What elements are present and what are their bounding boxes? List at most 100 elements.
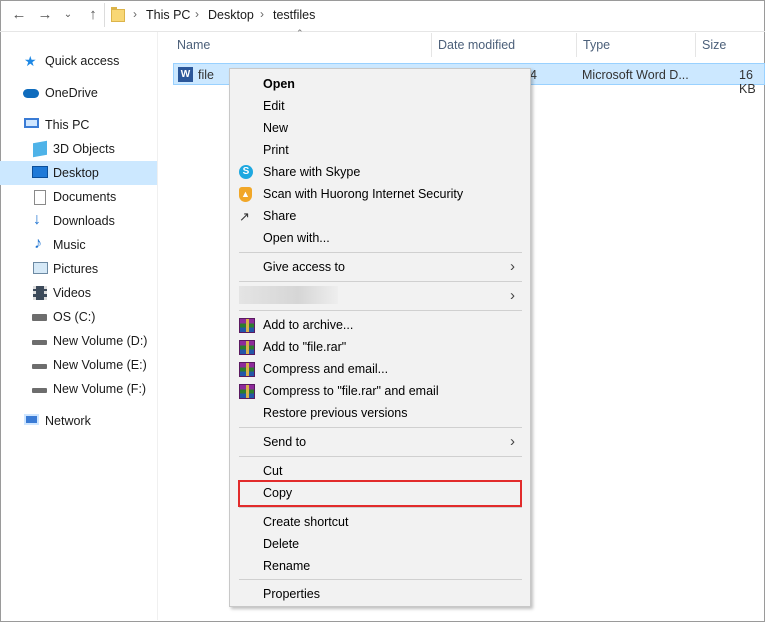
menu-item-share[interactable]: ↗ Share (230, 205, 530, 227)
nav-item-videos[interactable]: Videos (0, 281, 157, 305)
menu-item-create-shortcut[interactable]: Create shortcut (230, 511, 530, 533)
blurred-menu-label (239, 286, 338, 304)
file-size: 16 KB (739, 68, 756, 96)
menu-separator (239, 310, 522, 311)
submenu-chevron-icon: › (510, 287, 515, 304)
menu-item-give-access-to[interactable]: Give access to › (230, 256, 530, 278)
nav-item-network[interactable]: Network (0, 409, 157, 433)
address-bar[interactable]: › This PC › Desktop › testfiles (104, 3, 762, 27)
nav-item-quick-access[interactable]: ★ Quick access (0, 49, 157, 73)
nav-label: Documents (53, 190, 117, 204)
breadcrumb-desktop[interactable]: Desktop (208, 8, 254, 22)
nav-label: This PC (45, 118, 90, 132)
download-arrow-icon: ↓ (33, 211, 41, 228)
drive-icon (32, 314, 47, 321)
menu-item-label: Open (263, 77, 295, 91)
nav-label: New Volume (D:) (53, 334, 148, 348)
word-document-icon: W (178, 67, 193, 82)
forward-arrow-icon[interactable]: → (36, 6, 54, 24)
back-arrow-icon[interactable]: ← (10, 6, 28, 24)
pane-divider[interactable] (157, 32, 158, 620)
menu-item-properties[interactable]: Properties (230, 583, 530, 605)
menu-item-open-with[interactable]: Open with... (230, 227, 530, 249)
menu-item-label: Open with... (263, 231, 330, 245)
menu-item-label: Add to archive... (263, 318, 354, 332)
menu-item-print[interactable]: Print (230, 139, 530, 161)
breadcrumb-testfiles[interactable]: testfiles (273, 8, 315, 22)
column-divider[interactable] (431, 33, 432, 57)
cube-icon (33, 140, 47, 158)
menu-item-label: New (263, 121, 289, 135)
menu-item-label: Share with Skype (263, 165, 361, 179)
menu-item-open[interactable]: Open (230, 73, 530, 95)
menu-item-new[interactable]: New (230, 117, 530, 139)
documents-icon (34, 190, 46, 205)
menu-item-label: Compress and email... (263, 362, 389, 376)
breadcrumb-this-pc[interactable]: This PC (146, 8, 190, 22)
nav-item-volume-e[interactable]: New Volume (E:) (0, 353, 157, 377)
menu-item-rename[interactable]: Rename (230, 555, 530, 577)
nav-label: Quick access (45, 54, 120, 68)
column-header-type[interactable]: Type (583, 32, 610, 58)
menu-separator (239, 252, 522, 253)
nav-label: Desktop (53, 166, 99, 180)
nav-item-3d-objects[interactable]: 3D Objects (0, 137, 157, 161)
menu-item-label: Add to "file.rar" (263, 340, 347, 354)
column-header-date[interactable]: Date modified (438, 32, 515, 58)
nav-label: New Volume (F:) (53, 382, 147, 396)
film-icon (33, 286, 47, 300)
skype-icon: S (239, 165, 253, 179)
nav-item-pictures[interactable]: Pictures (0, 257, 157, 281)
menu-item-label: Rename (263, 559, 311, 573)
nav-item-documents[interactable]: Documents (0, 185, 157, 209)
share-icon: ↗ (239, 209, 250, 224)
menu-item-cut[interactable]: Cut (230, 460, 530, 482)
copy-highlight-box (238, 480, 522, 507)
nav-label: Downloads (53, 214, 115, 228)
menu-item-scan-huorong[interactable]: ▲ Scan with Huorong Internet Security (230, 183, 530, 205)
nav-item-volume-f[interactable]: New Volume (F:) (0, 377, 157, 401)
column-header-size[interactable]: Size (702, 32, 726, 58)
nav-label: Network (45, 414, 91, 428)
up-arrow-icon[interactable]: ↑ (84, 6, 102, 24)
menu-item-add-to-archive[interactable]: Add to archive... (230, 314, 530, 336)
column-header-name[interactable]: Name (177, 32, 210, 58)
menu-item-delete[interactable]: Delete (230, 533, 530, 555)
nav-label: Videos (53, 286, 91, 300)
menu-item-share-with-skype[interactable]: S Share with Skype (230, 161, 530, 183)
menu-item-compress-to-rar-and-email[interactable]: Compress to "file.rar" and email (230, 380, 530, 402)
nav-item-volume-d[interactable]: New Volume (D:) (0, 329, 157, 353)
nav-item-downloads[interactable]: ↓ Downloads (0, 209, 157, 233)
menu-item-label: Create shortcut (263, 515, 349, 529)
winrar-icon (239, 362, 255, 377)
drive-icon (32, 340, 47, 345)
menu-item-label: Scan with Huorong Internet Security (263, 187, 464, 201)
menu-item-send-to[interactable]: Send to › (230, 431, 530, 453)
menu-separator (239, 456, 522, 457)
file-name: file (198, 68, 214, 82)
menu-item-label: Delete (263, 537, 300, 551)
nav-item-music[interactable]: ♪ Music (0, 233, 157, 257)
nav-label: OS (C:) (53, 310, 96, 324)
file-type: Microsoft Word D... (582, 68, 689, 82)
winrar-icon (239, 340, 255, 355)
nav-item-os-c[interactable]: OS (C:) (0, 305, 157, 329)
column-divider[interactable] (695, 33, 696, 57)
nav-item-desktop[interactable]: Desktop (0, 161, 157, 185)
nav-item-onedrive[interactable]: OneDrive (0, 81, 157, 105)
file-date-modified: 4 (530, 68, 537, 82)
folder-icon (111, 7, 125, 22)
menu-item-restore-previous-versions[interactable]: Restore previous versions (230, 402, 530, 424)
column-divider[interactable] (576, 33, 577, 57)
recent-locations-chevron-icon[interactable]: ⌄ (59, 6, 77, 24)
submenu-chevron-icon: › (510, 258, 515, 275)
huorong-shield-icon: ▲ (239, 187, 252, 202)
menu-item-compress-and-email[interactable]: Compress and email... (230, 358, 530, 380)
menu-item-edit[interactable]: Edit (230, 95, 530, 117)
menu-item-add-to-file-rar[interactable]: Add to "file.rar" (230, 336, 530, 358)
menu-separator (239, 579, 522, 580)
nav-item-this-pc[interactable]: This PC (0, 113, 157, 137)
menu-separator (239, 507, 522, 508)
menu-item-label: Edit (263, 99, 285, 113)
drive-icon (32, 388, 47, 393)
